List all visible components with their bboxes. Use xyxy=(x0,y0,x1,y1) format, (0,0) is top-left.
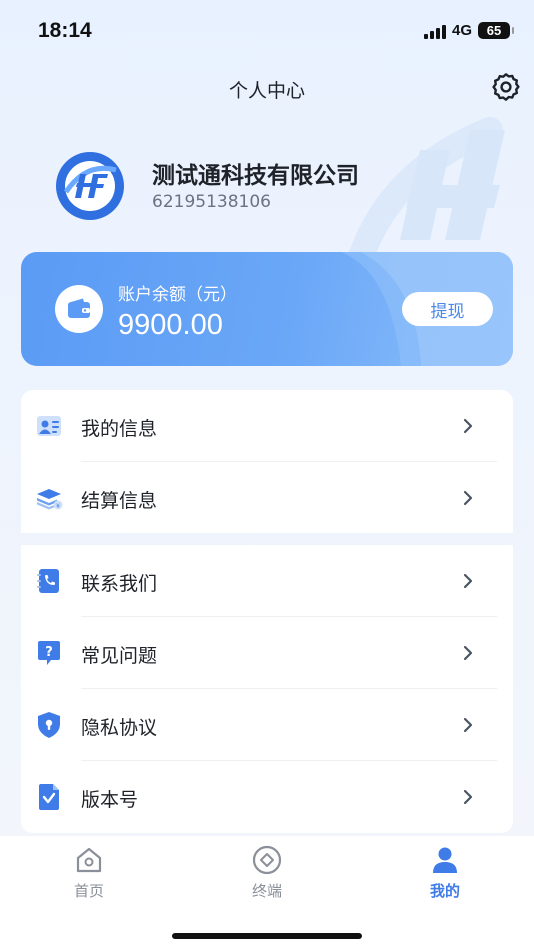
menu-item-my-info[interactable]: 我的信息 xyxy=(21,390,513,462)
tab-mine[interactable]: 我的 xyxy=(395,844,495,904)
chevron-right-icon xyxy=(463,490,473,506)
menu-item-faq[interactable]: ? 常见问题 xyxy=(21,617,513,689)
svg-text:¥: ¥ xyxy=(56,503,60,510)
battery-level: 65 xyxy=(486,23,502,38)
company-name: 测试通科技有限公司 xyxy=(152,163,359,189)
menu-label: 版本号 xyxy=(81,789,139,811)
shield-lock-icon xyxy=(38,712,60,738)
menu-item-privacy-policy[interactable]: 隐私协议 xyxy=(21,689,513,761)
terminal-icon xyxy=(252,845,282,875)
user-icon xyxy=(433,847,457,873)
balance-amount: 9900.00 xyxy=(118,309,223,341)
chevron-right-icon xyxy=(463,418,473,434)
chevron-right-icon xyxy=(463,573,473,589)
money-stack-icon: ¥ xyxy=(37,489,63,510)
question-icon: ? xyxy=(38,641,60,665)
tab-label: 首页 xyxy=(73,882,104,900)
menu-group-account: 我的信息 ¥ 结算信息 xyxy=(21,390,513,533)
document-check-icon xyxy=(39,784,59,810)
home-icon xyxy=(76,847,102,873)
menu-label: 隐私协议 xyxy=(81,717,158,739)
wallet-badge xyxy=(55,285,103,333)
menu-item-version[interactable]: 版本号 xyxy=(21,761,513,833)
chevron-right-icon xyxy=(463,645,473,661)
tab-label: 终端 xyxy=(251,882,282,900)
menu-label: 我的信息 xyxy=(81,418,158,440)
balance-label: 账户余额（元） xyxy=(118,285,237,305)
page-title: 个人中心 xyxy=(228,80,305,102)
tab-label: 我的 xyxy=(429,882,460,900)
settings-button[interactable] xyxy=(490,71,522,103)
tab-home[interactable]: 首页 xyxy=(39,844,139,904)
battery-icon: 65 xyxy=(478,22,514,39)
chevron-right-icon xyxy=(463,789,473,805)
menu-group-support: 联系我们 ? 常见问题 隐私协议 版本号 xyxy=(21,545,513,833)
status-indicators: 4G 65 xyxy=(423,22,514,39)
hf-logo-icon xyxy=(56,152,124,220)
menu-label: 常见问题 xyxy=(81,645,158,667)
profile-section: 测试通科技有限公司 62195138106 xyxy=(56,152,496,222)
wallet-icon xyxy=(68,298,90,318)
company-id: 62195138106 xyxy=(152,192,271,212)
status-bar: 18:14 4G 65 xyxy=(0,0,534,62)
withdraw-button[interactable]: 提现 xyxy=(402,292,493,326)
status-time: 18:14 xyxy=(38,19,92,42)
home-indicator xyxy=(172,933,362,939)
signal-icon xyxy=(423,23,446,39)
menu-item-settlement-info[interactable]: ¥ 结算信息 xyxy=(21,462,513,534)
menu-item-contact-us[interactable]: 联系我们 xyxy=(21,545,513,617)
chevron-right-icon xyxy=(463,717,473,733)
network-type: 4G xyxy=(451,22,472,39)
gear-icon xyxy=(492,73,520,101)
id-card-icon xyxy=(37,416,61,436)
tab-terminal[interactable]: 终端 xyxy=(217,844,317,904)
phone-book-icon xyxy=(37,569,59,593)
avatar[interactable] xyxy=(56,152,124,220)
menu-label: 联系我们 xyxy=(81,573,158,595)
menu-label: 结算信息 xyxy=(81,490,158,512)
svg-text:?: ? xyxy=(45,645,53,660)
balance-card: 账户余额（元） 9900.00 提现 xyxy=(21,252,513,366)
